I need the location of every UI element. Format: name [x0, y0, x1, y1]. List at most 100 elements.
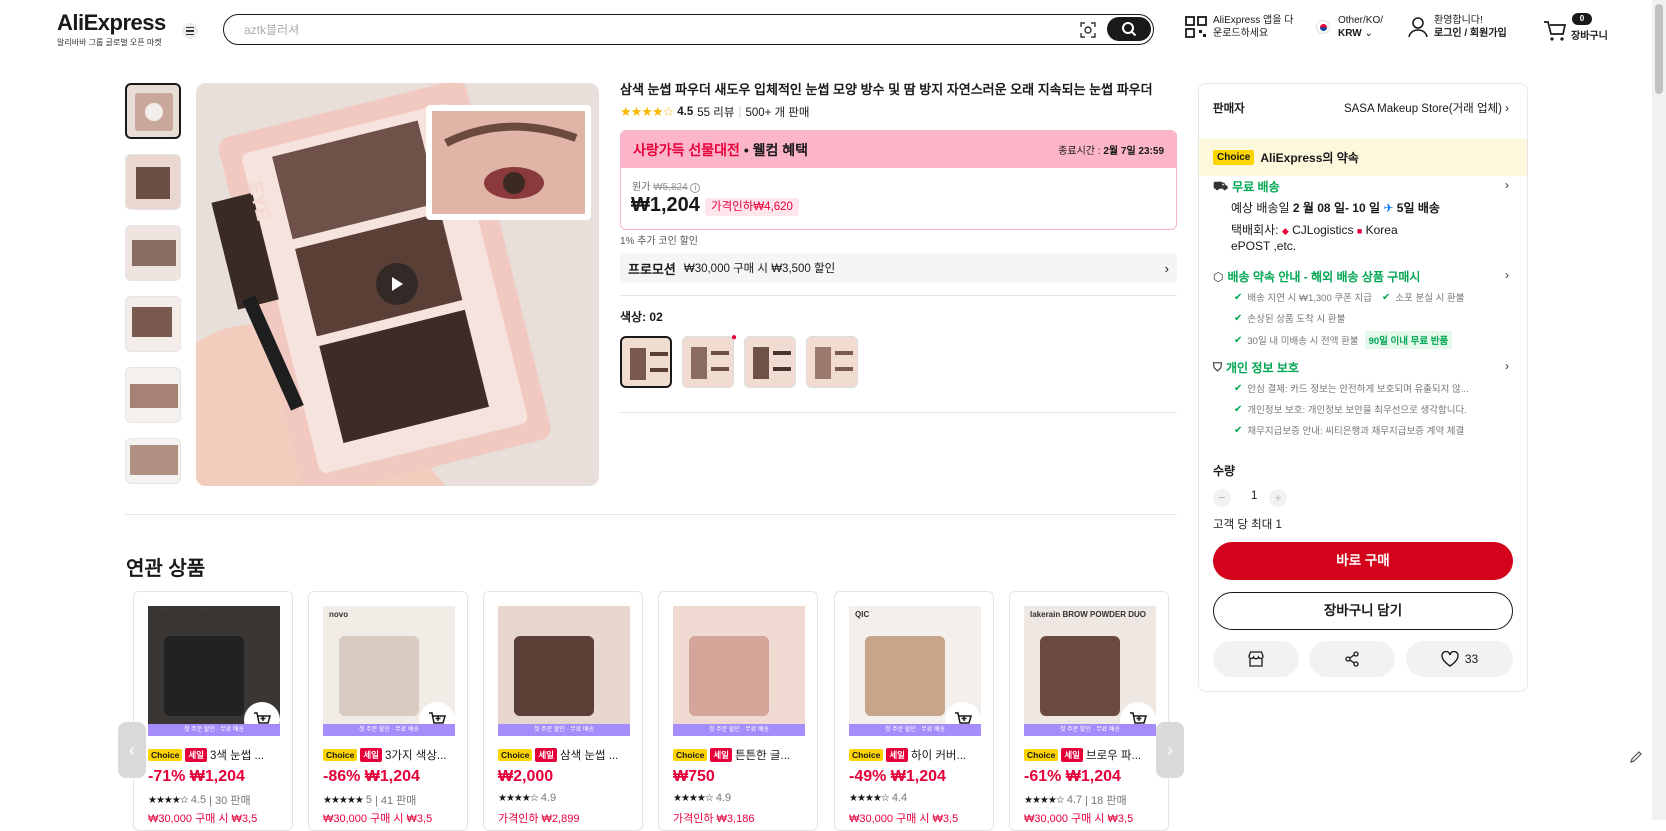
- menu-icon[interactable]: [182, 23, 198, 39]
- product-main-image[interactable]: EYE: [196, 83, 599, 486]
- thumbnail-image[interactable]: [125, 154, 181, 210]
- buy-now-button[interactable]: 바로 구매: [1213, 542, 1513, 580]
- thumbnail-image[interactable]: [125, 367, 181, 423]
- epost-logo-icon: ■: [1356, 226, 1363, 236]
- privacy-item: ✔ 채무지급보증 안내: 씨티은행과 채무지급보증 계약 체결: [1234, 423, 1464, 438]
- privacy-item: ✔ 개인정보 보호: 개인정보 보안을 최우선으로 생각합니다.: [1234, 402, 1467, 417]
- color-swatch[interactable]: [620, 336, 672, 388]
- related-product-image[interactable]: novo: [323, 606, 455, 736]
- search-button[interactable]: [1107, 17, 1151, 41]
- related-product-promo: ₩30,000 구매 시 ₩3,5: [323, 813, 433, 825]
- color-swatch[interactable]: [806, 336, 858, 388]
- quantity-increase-button[interactable]: +: [1269, 489, 1287, 507]
- plane-icon: ✈: [1383, 201, 1394, 215]
- color-swatch[interactable]: [682, 336, 734, 388]
- account[interactable]: 환영합니다! 로그인 / 회원가입: [1408, 14, 1507, 40]
- qr-code-icon: [1185, 16, 1207, 38]
- related-product-image[interactable]: novo & COLOR: [148, 606, 280, 736]
- promise-item: ✔ 손상된 상품 도착 시 환불: [1234, 311, 1346, 326]
- carrier-korea: Korea: [1365, 223, 1398, 237]
- carousel-prev-button[interactable]: ‹: [118, 722, 146, 778]
- related-product-card[interactable]: 첫 주문 할인 · 무료 배송 Choice 세일 삼색 눈썹 ... ₩2,000 ★★…: [483, 591, 643, 831]
- related-product-price: ₩2,000: [498, 768, 553, 786]
- related-product-name: 튼튼한 글...: [734, 750, 791, 762]
- sale-badge: 세일: [185, 748, 207, 762]
- image-search-icon[interactable]: [1079, 21, 1097, 39]
- quantity-value[interactable]: 1: [1251, 490, 1257, 502]
- region-selector[interactable]: Other/KO/KRW ⌄: [1316, 14, 1383, 40]
- app-download-line2: 운로드하세요: [1213, 28, 1269, 39]
- search-input[interactable]: [244, 21, 1044, 39]
- sale-badge: 세일: [886, 748, 908, 762]
- review-count[interactable]: 55 리뷰: [697, 104, 734, 120]
- promise-text: 손상된 상품 도착 시 환불: [1247, 314, 1346, 325]
- privacy-text: 개인정보 보호: 개인정보 보안을 최우선으로 생각합니다.: [1247, 405, 1467, 416]
- origin-label: 원가: [632, 182, 651, 193]
- related-product-image[interactable]: [673, 606, 805, 736]
- quantity-decrease-button[interactable]: −: [1213, 489, 1231, 507]
- related-product-image[interactable]: lakerain BROW POWDER DUO: [1024, 606, 1156, 736]
- thumbnail-image[interactable]: [125, 438, 181, 484]
- share-button[interactable]: [1309, 641, 1395, 677]
- related-product-card[interactable]: 첫 주문 할인 · 무료 배송 Choice 세일 튼튼한 글... ₩750 ★★★★☆…: [658, 591, 818, 831]
- heart-icon: [1441, 651, 1459, 667]
- related-product-card[interactable]: QIC 첫 주문 할인 · 무료 배송 Choice 세일 하이 커버... -49% ₩…: [834, 591, 994, 831]
- rating-value: 5: [365, 794, 372, 806]
- free-shipping-heading[interactable]: ⛟ 무료 배송: [1213, 178, 1280, 195]
- edit-icon[interactable]: [1624, 745, 1648, 769]
- related-product-card[interactable]: lakerain BROW POWDER DUO 첫 주문 할인 · 무료 배송 C…: [1009, 591, 1169, 831]
- color-swatch[interactable]: [744, 336, 796, 388]
- related-product-promo: ₩30,000 구매 시 ₩3,5: [849, 813, 959, 825]
- app-download-line1: AliExpress 앱을 다: [1213, 15, 1294, 26]
- login-link[interactable]: 로그인 / 회원가입: [1434, 28, 1507, 39]
- privacy-heading[interactable]: ⛉ 개인 정보 보호: [1213, 359, 1299, 376]
- play-icon: [392, 277, 403, 291]
- thumbnail-image[interactable]: [125, 225, 181, 281]
- purchase-sidebar: 판매자 SASA Makeup Store(거래 업체) › Choice Al…: [1198, 83, 1528, 692]
- chevron-right-icon[interactable]: ›: [1505, 359, 1509, 373]
- truck-icon: ⛟: [1213, 178, 1229, 193]
- thumbnail-video[interactable]: [125, 83, 181, 139]
- related-product-image[interactable]: QIC: [849, 606, 981, 736]
- play-video-button[interactable]: [376, 263, 418, 305]
- app-download[interactable]: AliExpress 앱을 다운로드하세요: [1185, 14, 1293, 40]
- chevron-right-icon[interactable]: ›: [1505, 178, 1509, 192]
- wishlist-button[interactable]: 33: [1406, 641, 1513, 677]
- max-quantity: 고객 당 최대 1: [1213, 519, 1282, 531]
- search-bar: [223, 14, 1154, 45]
- related-product-name: 하이 커버...: [910, 750, 967, 762]
- chevron-right-icon[interactable]: ›: [1505, 268, 1509, 282]
- rating-stars: ★★★★☆: [849, 792, 890, 804]
- scrollbar-thumb[interactable]: [1655, 4, 1663, 94]
- related-product-promo: 가격인하 ₩3,186: [673, 813, 755, 825]
- seller-link[interactable]: SASA Makeup Store(거래 업체) ›: [1344, 100, 1509, 116]
- delivery-promise-heading[interactable]: ⬡ 배송 약속 안내 - 해외 배송 상품 구매시: [1213, 268, 1420, 285]
- sold-count: | 30 판매: [209, 795, 251, 807]
- promotion-row[interactable]: 프로모션 ₩30,000 구매 시 ₩3,500 할인 ›: [620, 253, 1177, 283]
- related-product-rating: ★★★★☆ 4.5 | 30 판매: [148, 792, 251, 808]
- related-product-image[interactable]: [498, 606, 630, 736]
- first-order-band: 첫 주문 할인 · 무료 배송: [148, 724, 280, 736]
- store-button[interactable]: [1213, 641, 1299, 677]
- free-shipping-label: 무료 배송: [1232, 180, 1280, 194]
- price-value: ₩1,204: [1065, 768, 1121, 785]
- add-to-cart-button[interactable]: 장바구니 담기: [1213, 592, 1513, 630]
- carousel-next-button[interactable]: ›: [1156, 722, 1184, 778]
- thumbnail-image[interactable]: [125, 296, 181, 352]
- aliexpress-logo[interactable]: AliExpress 알리바바 그룹 글로벌 오픈 마켓: [57, 10, 166, 48]
- sale-badge: 세일: [710, 748, 732, 762]
- promise-title: AliExpress의 약속: [1260, 151, 1359, 165]
- info-icon[interactable]: i: [690, 183, 701, 193]
- related-product-card[interactable]: novo & COLOR 첫 주문 할인 · 무료 배송 Choice 세일 3색 눈썹…: [133, 591, 293, 831]
- user-icon: [1408, 17, 1428, 38]
- delivery-promise-label: 배송 약속 안내 - 해외 배송 상품 구매시: [1227, 270, 1421, 284]
- est-label: 예상 배송일: [1231, 201, 1293, 215]
- choice-badge: Choice: [849, 749, 884, 761]
- related-product-name-row: Choice 세일 브로우 파...: [1024, 747, 1141, 763]
- related-product-rating: ★★★★☆ 4.9: [498, 792, 559, 804]
- related-product-card[interactable]: novo 첫 주문 할인 · 무료 배송 Choice 세일 3가지 색상... -86%…: [308, 591, 468, 831]
- page-scrollbar[interactable]: [1652, 0, 1666, 820]
- hot-icon: ●: [731, 332, 738, 343]
- rating-value: 4.7: [1066, 794, 1083, 806]
- sold-count: 500+ 개 판매: [745, 107, 810, 119]
